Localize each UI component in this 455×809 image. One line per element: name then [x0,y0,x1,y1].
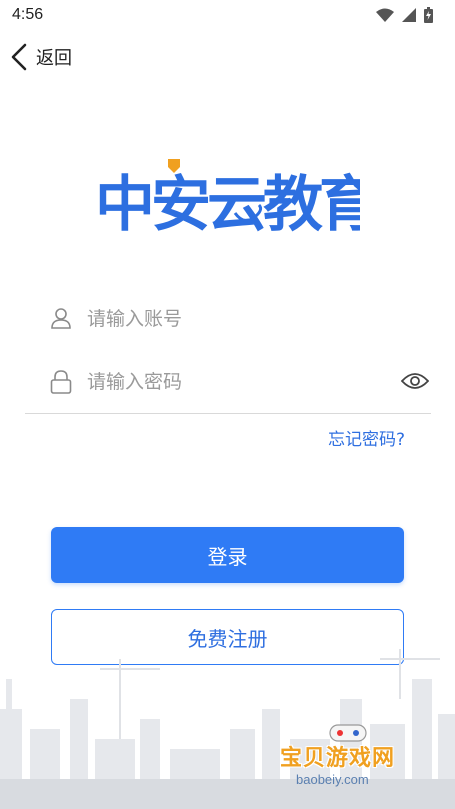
lock-icon [50,370,72,394]
watermark: 宝贝游戏网 baobeiy.com [278,722,423,802]
logo-text: 中安云教育 [95,170,360,237]
watermark-url: baobeiy.com [296,772,369,787]
app-logo: 中安云教育 [95,159,360,237]
password-field [25,356,431,408]
chevron-left-icon [11,43,27,71]
nav-bar: 返回 [0,34,455,78]
login-button[interactable]: 登录 [51,527,404,583]
battery-icon [424,7,433,23]
signal-icon [402,8,416,22]
status-icons [376,7,433,23]
status-bar: 4:56 [0,0,455,32]
account-input[interactable] [85,301,389,337]
forgot-password-link[interactable]: 忘记密码? [328,425,405,450]
user-icon [51,308,71,329]
back-button[interactable]: 返回 [10,42,72,72]
watermark-title: 宝贝游戏网 [280,746,396,771]
account-field [25,293,431,345]
password-input[interactable] [85,364,389,400]
back-label: 返回 [36,48,72,69]
status-time: 4:56 [12,6,44,23]
wifi-icon [376,8,394,22]
field-divider [25,413,431,414]
eye-icon[interactable] [401,371,429,391]
